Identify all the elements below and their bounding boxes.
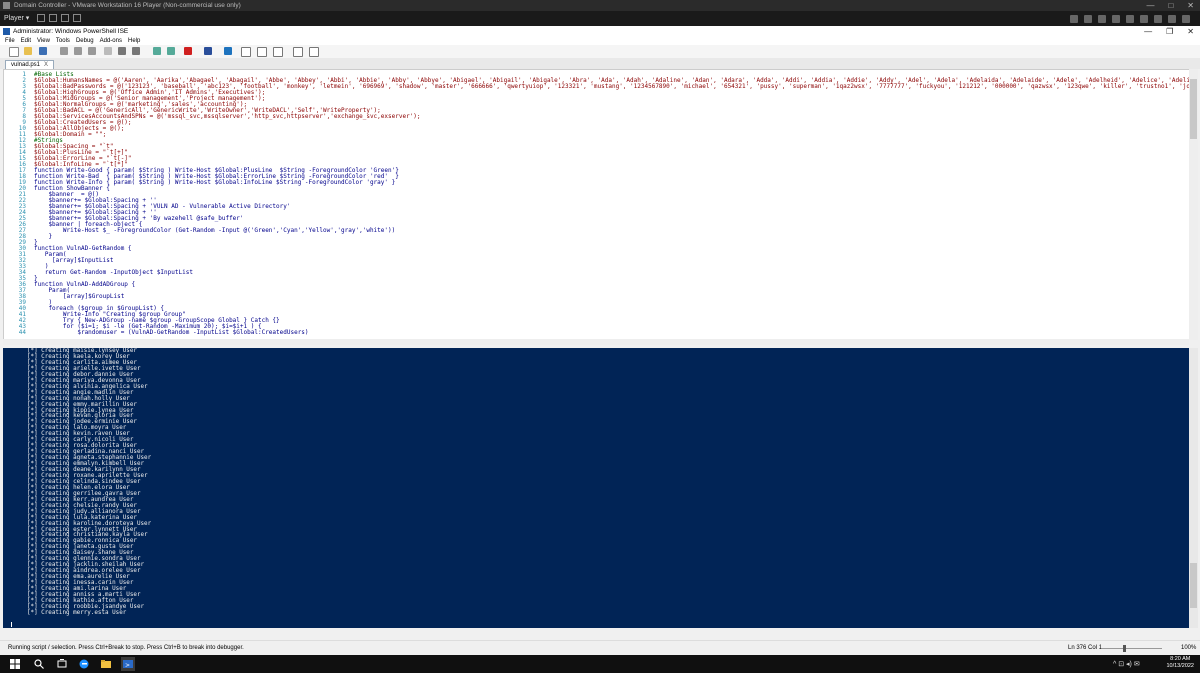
pause-icon[interactable] bbox=[37, 14, 45, 22]
start-windows-icon[interactable] bbox=[10, 659, 20, 669]
clear-console-icon[interactable] bbox=[104, 47, 112, 55]
ise-titlebar: Administrator: Windows PowerShell ISE — … bbox=[0, 26, 1200, 37]
menu-view[interactable]: View bbox=[37, 37, 50, 45]
ise-restore-button[interactable]: ❐ bbox=[1166, 26, 1173, 37]
floppy-icon[interactable] bbox=[1070, 14, 1078, 23]
clock[interactable]: 8:20 AM 10/13/2022 bbox=[1166, 656, 1194, 670]
clock-time: 8:20 AM bbox=[1170, 656, 1191, 662]
paste-icon[interactable] bbox=[88, 47, 96, 55]
vm-device-icons bbox=[1070, 11, 1190, 26]
sound-icon[interactable] bbox=[1126, 14, 1134, 23]
code-text: $randomuser = (VulnAD-GetRandom -InputLi… bbox=[34, 329, 309, 336]
player-menu-label: Player bbox=[4, 15, 24, 22]
ise-menubar: File Edit View Tools Debug Add-ons Help bbox=[0, 37, 1200, 45]
line-number: 44 bbox=[18, 329, 26, 336]
vmware-window-controls: — □ ✕ bbox=[1146, 0, 1194, 11]
ise-toolbar bbox=[0, 45, 1200, 58]
copy-icon[interactable] bbox=[74, 47, 82, 55]
ise-minimize-button[interactable]: — bbox=[1144, 26, 1152, 37]
open-file-icon[interactable] bbox=[24, 47, 32, 55]
menu-help[interactable]: Help bbox=[128, 37, 140, 45]
run-selection-icon[interactable] bbox=[167, 47, 175, 55]
console-pane[interactable]: [*] Creating maisie.lynsey User [*] Creat… bbox=[3, 348, 1189, 628]
show-script-pane-right-icon[interactable] bbox=[257, 47, 267, 57]
cursor-position: Ln 376 Col 1 bbox=[1068, 645, 1103, 651]
console-cursor bbox=[11, 622, 12, 627]
printer-icon[interactable] bbox=[1140, 14, 1148, 23]
start-powershell-icon[interactable] bbox=[224, 47, 232, 55]
search-icon[interactable] bbox=[34, 659, 44, 669]
console-output-line: [*] Creating merry.esta User bbox=[27, 609, 127, 616]
display-icon[interactable] bbox=[1154, 14, 1162, 23]
remote-powershell-icon[interactable] bbox=[204, 47, 212, 55]
fullscreen-icon[interactable] bbox=[61, 14, 69, 22]
vmware-toolbar: Player ▾ bbox=[0, 11, 1200, 26]
unity-icon[interactable] bbox=[73, 14, 81, 22]
new-file-icon[interactable] bbox=[9, 47, 19, 57]
ise-window-title: Administrator: Windows PowerShell ISE bbox=[13, 28, 129, 35]
console-scroll-thumb[interactable] bbox=[1190, 563, 1197, 608]
ise-close-button[interactable]: ✕ bbox=[1187, 26, 1194, 37]
powershell-ise-taskbar-icon[interactable]: > bbox=[121, 657, 135, 671]
show-command-window-icon[interactable] bbox=[293, 47, 303, 57]
message-icon[interactable] bbox=[1168, 14, 1176, 23]
editor-vertical-scrollbar[interactable] bbox=[1189, 69, 1198, 340]
stop-icon[interactable] bbox=[184, 47, 192, 55]
vmware-window-title: Domain Controller - VMware Workstation 1… bbox=[14, 2, 241, 9]
menu-tools[interactable]: Tools bbox=[56, 37, 70, 45]
vmware-icon bbox=[3, 2, 10, 9]
script-tabbar: vulnad.ps1 X bbox=[0, 58, 1200, 70]
send-ctrl-alt-del-icon[interactable] bbox=[49, 14, 57, 22]
network-icon[interactable] bbox=[1098, 14, 1106, 23]
svg-text:>: > bbox=[125, 662, 130, 669]
show-script-pane-max-icon[interactable] bbox=[273, 47, 283, 57]
run-script-icon[interactable] bbox=[153, 47, 161, 55]
save-icon[interactable] bbox=[39, 47, 47, 55]
show-command-addon-icon[interactable] bbox=[309, 47, 319, 57]
system-tray-icons[interactable]: ^ ⊡ ◂) ✉ bbox=[1113, 660, 1140, 668]
file-explorer-icon[interactable] bbox=[101, 659, 111, 669]
zoom-slider-thumb[interactable] bbox=[1123, 645, 1126, 652]
cut-icon[interactable] bbox=[60, 47, 68, 55]
undo-icon[interactable] bbox=[118, 47, 126, 55]
cd-icon[interactable] bbox=[1084, 14, 1092, 23]
usb-icon[interactable] bbox=[1112, 14, 1120, 23]
console-scrollbar[interactable] bbox=[1189, 348, 1198, 628]
editor-horizontal-scrollbar[interactable] bbox=[3, 339, 1189, 345]
editor-scroll-thumb[interactable] bbox=[1190, 79, 1197, 139]
zoom-slider[interactable] bbox=[1102, 648, 1162, 649]
edge-browser-icon[interactable] bbox=[79, 659, 89, 669]
collapse-toolbar-icon[interactable] bbox=[1182, 14, 1190, 23]
close-button[interactable]: ✕ bbox=[1187, 0, 1194, 11]
tab-label: vulnad.ps1 bbox=[11, 62, 41, 68]
minimize-button[interactable]: — bbox=[1146, 0, 1154, 11]
menu-edit[interactable]: Edit bbox=[21, 37, 31, 45]
ise-window-controls: — ❐ ✕ bbox=[1144, 26, 1194, 37]
menu-file[interactable]: File bbox=[5, 37, 15, 45]
task-view-icon[interactable] bbox=[57, 659, 67, 669]
maximize-button[interactable]: □ bbox=[1168, 0, 1173, 11]
code-line[interactable]: 44 $randomuser = (VulnAD-GetRandom -Inpu… bbox=[4, 330, 1190, 336]
tab-close-icon[interactable]: X bbox=[44, 62, 48, 68]
redo-icon[interactable] bbox=[132, 47, 140, 55]
windows-taskbar: > ^ ⊡ ◂) ✉ 8:20 AM 10/13/2022 bbox=[0, 655, 1200, 673]
show-script-pane-top-icon[interactable] bbox=[241, 47, 251, 57]
player-menu-button[interactable]: Player ▾ bbox=[4, 13, 29, 24]
powershell-ise-icon bbox=[3, 28, 10, 35]
script-editor[interactable]: 1 #Base Lists 2 $Global:HumansNames = @('Aa… bbox=[3, 69, 1191, 340]
clock-date: 10/13/2022 bbox=[1166, 663, 1194, 669]
menu-debug[interactable]: Debug bbox=[76, 37, 94, 45]
status-message: Running script / selection. Press Ctrl+B… bbox=[8, 645, 244, 651]
menu-add-ons[interactable]: Add-ons bbox=[100, 37, 122, 45]
zoom-level: 100% bbox=[1181, 645, 1197, 651]
ise-statusbar: Running script / selection. Press Ctrl+B… bbox=[0, 640, 1200, 656]
vmware-titlebar: Domain Controller - VMware Workstation 1… bbox=[0, 0, 1200, 11]
